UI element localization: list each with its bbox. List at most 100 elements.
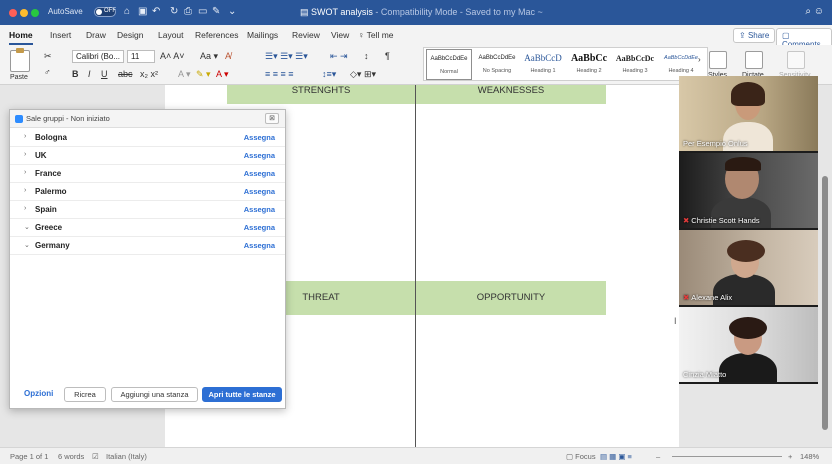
paste-icon[interactable] — [10, 48, 30, 72]
assign-button[interactable]: Assegna — [244, 151, 275, 160]
tab-insert[interactable]: Insert — [50, 30, 71, 40]
room-item[interactable]: › Bologna Assegna — [10, 129, 285, 147]
clear-formatting-icon[interactable]: A̸ — [225, 51, 231, 61]
language-indicator[interactable]: Italian (Italy) — [106, 452, 147, 461]
style-heading-3[interactable]: AaBbCcDc Heading 3 — [612, 49, 658, 80]
dictate-icon[interactable] — [745, 51, 763, 69]
tab-view[interactable]: View — [331, 30, 349, 40]
zoom-window-button[interactable] — [31, 9, 39, 17]
swot-weaknesses-heading: WEAKNESSES — [477, 85, 545, 96]
view-mode-icons[interactable]: ▤ ▦ ▣ ≡ — [600, 452, 632, 461]
font-name-select[interactable]: Calibri (Bo... — [72, 50, 124, 63]
style-heading-2[interactable]: AaBbCc Heading 2 — [566, 49, 612, 80]
pilcrow-icon[interactable]: ¶ — [385, 51, 390, 61]
tell-me-search[interactable]: ♀ Tell me — [358, 30, 394, 40]
close-window-button[interactable] — [9, 9, 17, 17]
style-normal[interactable]: AaBbCcDdEe Normal — [426, 49, 472, 80]
zoom-in-icon[interactable]: + — [788, 452, 792, 461]
swot-opportunity-cell[interactable]: OPPORTUNITY — [416, 281, 606, 315]
redo-icon[interactable]: ↻ — [170, 6, 178, 17]
chevron-right-icon[interactable]: › — [24, 187, 26, 194]
save-icon[interactable]: ▣ — [138, 6, 147, 17]
video-tile[interactable]: ✖ Alexane Alix — [679, 230, 818, 305]
search-icon[interactable]: ⌕ ☺ — [805, 6, 824, 17]
assign-button[interactable]: Assegna — [244, 187, 275, 196]
chevron-right-icon[interactable]: › — [24, 133, 26, 140]
tab-review[interactable]: Review — [292, 30, 320, 40]
strikethrough-icon[interactable]: abc — [118, 69, 133, 79]
home-icon[interactable]: ⌂ — [124, 6, 130, 17]
proofing-icon[interactable]: ☑ — [92, 452, 99, 461]
italic-icon[interactable]: I — [88, 69, 91, 79]
tab-references[interactable]: References — [195, 30, 238, 40]
scrollbar-thumb[interactable] — [822, 176, 828, 430]
video-tile-active-speaker[interactable]: Cinzia Miatto — [679, 307, 818, 382]
style-heading-1[interactable]: AaBbCcD Heading 1 — [520, 49, 566, 80]
room-item[interactable]: › France Assegna — [10, 165, 285, 183]
print-icon[interactable]: ⎙ — [184, 6, 192, 17]
tab-mailings[interactable]: Mailings — [247, 30, 278, 40]
share-button[interactable]: ⇪ Share — [733, 28, 776, 43]
minimize-window-button[interactable] — [20, 9, 28, 17]
recreate-button[interactable]: Ricrea — [64, 387, 106, 402]
room-item[interactable]: › Palermo Assegna — [10, 183, 285, 201]
chevron-right-icon[interactable]: › — [24, 151, 26, 158]
style-no-spacing[interactable]: AaBbCcDdEe No Spacing — [474, 49, 520, 80]
document-icon[interactable]: ▭ — [198, 6, 207, 17]
highlight-icon[interactable]: ✎ ▾ — [196, 69, 211, 80]
room-item[interactable]: ⌄ Greece Assegna — [10, 219, 285, 237]
swot-strengths-cell[interactable]: STRENGHTS — [227, 85, 415, 104]
assign-button[interactable]: Assegna — [244, 133, 275, 142]
styles-gallery-more-icon[interactable]: › — [698, 55, 701, 64]
focus-button[interactable]: ▢ Focus — [566, 452, 596, 461]
open-all-rooms-button[interactable]: Apri tutte le stanze — [202, 387, 282, 402]
grow-font-icon[interactable]: A˄ A˅ — [160, 51, 185, 61]
customize-toolbar-icon[interactable]: ⌄ — [228, 6, 236, 17]
dialog-close-button[interactable]: ⊠ — [265, 113, 279, 124]
tab-layout[interactable]: Layout — [158, 30, 184, 40]
tab-draw[interactable]: Draw — [86, 30, 106, 40]
assign-button[interactable]: Assegna — [244, 169, 275, 178]
vertical-scrollbar[interactable] — [821, 86, 829, 446]
text-effects-icon[interactable]: A ▾ — [178, 69, 191, 80]
bullets-icon[interactable]: ☰▾ ☰▾ ☰▾ — [265, 51, 308, 62]
indent-icon[interactable]: ⇤ ⇥ — [330, 51, 348, 62]
zoom-slider[interactable] — [672, 456, 782, 457]
underline-icon[interactable]: U — [101, 69, 108, 79]
styles-pane-icon[interactable] — [709, 51, 727, 69]
video-tile[interactable]: Per Esempio Onlus — [679, 76, 818, 151]
room-item[interactable]: › Spain Assegna — [10, 201, 285, 219]
zoom-out-icon[interactable]: – — [656, 452, 660, 461]
line-spacing-icon[interactable]: ↕≡▾ — [322, 69, 336, 80]
autosave-toggle[interactable]: OFF — [94, 7, 116, 17]
room-item[interactable]: ⌄ Germany Assegna — [10, 237, 285, 255]
sort-icon[interactable]: ↕ — [364, 51, 369, 61]
assign-button[interactable]: Assegna — [244, 241, 275, 250]
format-painter-icon[interactable]: ♂ — [44, 67, 51, 77]
font-size-select[interactable]: 11 — [127, 50, 155, 63]
chevron-right-icon[interactable]: › — [24, 169, 26, 176]
tab-design[interactable]: Design — [117, 30, 143, 40]
options-link[interactable]: Opzioni — [24, 389, 53, 398]
muted-mic-icon: ✖ — [683, 216, 690, 225]
video-tile[interactable]: ✖ Christie Scott Hands — [679, 153, 818, 228]
cut-icon[interactable]: ✂ — [44, 51, 52, 62]
swot-weaknesses-cell[interactable]: WEAKNESSES — [416, 85, 606, 104]
undo-icon[interactable]: ↶ — [152, 6, 160, 17]
bold-icon[interactable]: B — [72, 69, 79, 79]
edit-icon[interactable]: ✎ — [212, 6, 220, 17]
align-icon[interactable]: ≡ ≡ ≡ ≡ — [265, 69, 294, 79]
add-room-button[interactable]: Aggiungi una stanza — [111, 387, 198, 402]
shading-icon[interactable]: ◇▾ ⊞▾ — [350, 69, 376, 80]
chevron-down-icon[interactable]: ⌄ — [24, 223, 30, 231]
font-color-icon[interactable]: A ▾ — [216, 69, 229, 80]
assign-button[interactable]: Assegna — [244, 205, 275, 214]
subscript-icon[interactable]: x₂ x² — [140, 69, 158, 79]
room-item[interactable]: › UK Assegna — [10, 147, 285, 165]
chevron-right-icon[interactable]: › — [24, 205, 26, 212]
tab-home[interactable]: Home — [9, 30, 33, 45]
sensitivity-icon[interactable] — [787, 51, 805, 69]
assign-button[interactable]: Assegna — [244, 223, 275, 232]
change-case-icon[interactable]: Aa ▾ — [200, 51, 218, 62]
chevron-down-icon[interactable]: ⌄ — [24, 241, 30, 249]
